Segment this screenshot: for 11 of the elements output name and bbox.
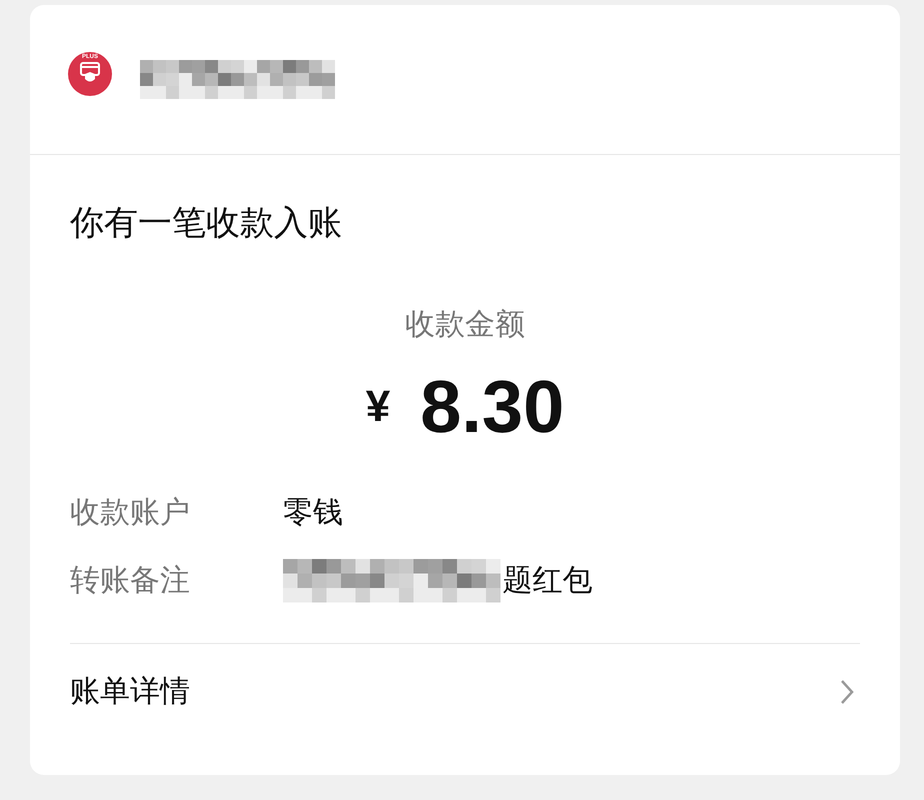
card-shield-icon — [79, 60, 101, 84]
amount-label: 收款金额 — [405, 307, 525, 343]
bill-details-link[interactable]: 账单详情 — [70, 672, 190, 712]
notice-title: 你有一笔收款入账 — [70, 203, 343, 244]
detail-value: 题红包 — [502, 563, 592, 599]
currency-symbol: ¥ — [366, 382, 390, 432]
chevron-right-icon — [840, 678, 854, 704]
detail-label: 收款账户 — [70, 495, 191, 531]
detail-label: 转账备注 — [70, 563, 191, 599]
amount-value: 8.30 — [420, 365, 564, 449]
detail-value: 零钱 — [283, 495, 343, 531]
